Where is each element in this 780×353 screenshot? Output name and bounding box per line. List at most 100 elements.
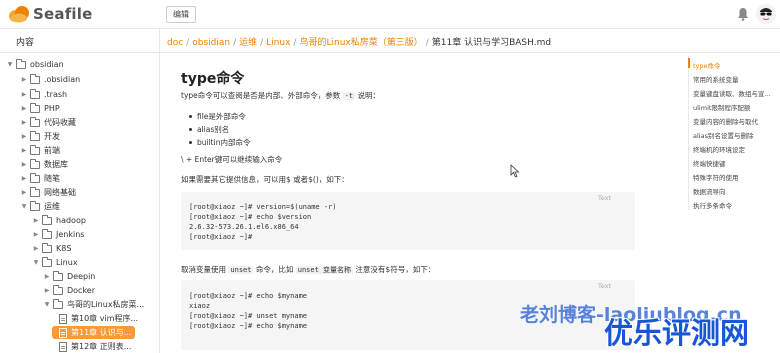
tree-file-active[interactable]: 第11章 认识与... [52, 326, 136, 339]
list-item: file是外部命令 [189, 110, 250, 123]
breadcrumb-separator: / [186, 38, 190, 48]
tree-label: 随笔 [44, 174, 60, 183]
header-row: 内容 doc / obsidian / 运维 / Linux / 鸟哥的Linux私房菜（第三版… [0, 29, 780, 53]
breadcrumb-separator: / [260, 38, 264, 48]
expand-arrow-icon[interactable]: ▼ [20, 203, 28, 210]
folder-icon [30, 102, 40, 113]
tree-label: 第11章 认识与... [71, 328, 132, 337]
notification-bell-icon[interactable] [737, 7, 749, 21]
text-fragment: type命令可以查阅是否是内部、外部命令，参数 [181, 91, 343, 100]
folder-icon [16, 58, 26, 69]
breadcrumb-link[interactable]: 鸟哥的Linux私房菜（第三版） [299, 38, 422, 48]
toc-item[interactable]: 变量内容的删除与取代 [693, 116, 758, 126]
tree-folder[interactable]: ▶ .obsidian [20, 73, 80, 86]
tree-file[interactable]: 第10章 vim程序... [56, 312, 138, 325]
breadcrumb-link[interactable]: obsidian [192, 38, 230, 48]
toc-item[interactable]: type命令 [693, 60, 721, 70]
breadcrumb-link[interactable]: 运维 [239, 38, 257, 48]
tree-folder[interactable]: ▼ Linux [32, 256, 78, 269]
user-avatar[interactable] [756, 4, 776, 24]
expand-arrow-icon[interactable]: ▶ [32, 217, 40, 224]
tree-folder[interactable]: ▼ obsidian [6, 58, 64, 71]
code-line: xiaoz [189, 302, 211, 310]
tree-label: 运维 [44, 202, 60, 211]
list-item: alias别名 [189, 123, 250, 136]
expand-arrow-icon[interactable]: ▶ [20, 147, 28, 154]
expand-arrow-icon[interactable]: ▶ [32, 231, 40, 238]
expand-arrow-icon[interactable]: ▶ [20, 189, 28, 196]
paragraph: \ + Enter键可以继续输入命令 [181, 155, 283, 164]
tree-folder[interactable]: ▶ 数据库 [20, 158, 68, 171]
toc-item[interactable]: 变量键盘读取、数组与宣... [693, 88, 771, 98]
tree-folder[interactable]: ▶ K8S [32, 242, 71, 255]
toc-item[interactable]: 特殊字符的使用 [693, 172, 739, 182]
expand-arrow-icon[interactable]: ▶ [20, 76, 28, 83]
tree-folder[interactable]: ▼ 运维 [20, 200, 60, 213]
tree-label: 第12章 正则表... [71, 342, 132, 351]
toc-item[interactable]: ulimit限制程序配额 [693, 102, 750, 112]
tree-folder[interactable]: ▶ PHP [20, 102, 60, 115]
tree-folder[interactable]: ▶ 开发 [20, 130, 60, 143]
tree-label: 开发 [44, 132, 60, 141]
expand-arrow-icon[interactable]: ▶ [20, 119, 28, 126]
folder-icon [53, 270, 63, 281]
toc-item[interactable]: alias别名设置与删除 [693, 130, 753, 140]
tree-file[interactable]: 第12章 正则表... [56, 340, 131, 353]
toc-item[interactable]: 数据流导向 [693, 186, 726, 196]
code-language-label: Text [597, 282, 611, 290]
toc-item[interactable]: 终端机的环境设定 [693, 144, 745, 154]
tree-label: 代码收藏 [44, 118, 76, 127]
tree-folder[interactable]: ▼ 鸟哥的Linux私房菜... [43, 298, 144, 311]
expand-arrow-icon[interactable]: ▶ [43, 287, 51, 294]
breadcrumb-link[interactable]: Linux [266, 38, 290, 48]
text-fragment: 注意没有$符号，如下： [353, 265, 436, 274]
tree-label: obsidian [30, 60, 64, 69]
tree-label: .trash [44, 90, 68, 99]
expand-arrow-icon[interactable]: ▶ [20, 105, 28, 112]
tree-folder[interactable]: ▶ 代码收藏 [20, 116, 76, 129]
edit-button[interactable]: 编辑 [166, 6, 196, 23]
tree-folder[interactable]: ▶ Jenkins [32, 228, 84, 241]
breadcrumb-separator: / [233, 38, 237, 48]
tree-label: hadoop [56, 216, 86, 225]
folder-icon [30, 186, 40, 197]
tree-folder[interactable]: ▶ 随笔 [20, 172, 60, 185]
folder-icon [30, 130, 40, 141]
file-icon [59, 313, 67, 324]
expand-arrow-icon[interactable]: ▶ [20, 91, 28, 98]
expand-arrow-icon[interactable]: ▶ [32, 245, 40, 252]
code-block[interactable]: Text [root@xiaoz ~]# version=$(uname -r)… [181, 192, 635, 250]
expand-arrow-icon[interactable]: ▼ [32, 259, 40, 266]
file-icon [59, 327, 67, 338]
tree-folder[interactable]: ▶ Deepin [43, 270, 95, 283]
folder-icon [30, 116, 40, 127]
list-item: builtin内部命令 [189, 136, 250, 149]
toc-item[interactable]: 常用的系统变量 [693, 74, 739, 84]
file-icon [59, 341, 67, 352]
tree-folder[interactable]: ▶ Docker [43, 284, 95, 297]
text-fragment: 说明： [355, 91, 380, 100]
expand-arrow-icon[interactable]: ▶ [20, 161, 28, 168]
folder-icon [42, 242, 52, 253]
toc-active-indicator [688, 58, 690, 68]
tree-folder[interactable]: ▶ 前端 [20, 144, 60, 157]
seafile-logo[interactable]: Seafile [8, 5, 92, 23]
expand-arrow-icon[interactable]: ▼ [6, 61, 14, 68]
folder-icon [53, 284, 63, 295]
tree-folder[interactable]: ▶ 网络基础 [20, 186, 76, 199]
inline-code: -t [342, 92, 356, 100]
breadcrumb-link[interactable]: doc [167, 38, 183, 48]
code-line: [root@xiaoz ~]# version=$(uname -r) [189, 203, 337, 211]
toc-item[interactable]: 执行多条命令 [693, 200, 732, 210]
tree-folder[interactable]: ▶ hadoop [32, 214, 86, 227]
toc-item[interactable]: 终端快捷键 [693, 158, 726, 168]
folder-icon [30, 200, 40, 211]
expand-arrow-icon[interactable]: ▼ [43, 301, 51, 308]
expand-arrow-icon[interactable]: ▶ [20, 175, 28, 182]
expand-arrow-icon[interactable]: ▶ [43, 273, 51, 280]
tree-folder[interactable]: ▶ .trash [20, 88, 67, 101]
watermark-logo-text: 优乐评测网 [604, 316, 750, 350]
expand-arrow-icon[interactable]: ▶ [20, 133, 28, 140]
toc-divider [688, 56, 689, 210]
tree-label: Docker [67, 286, 96, 295]
